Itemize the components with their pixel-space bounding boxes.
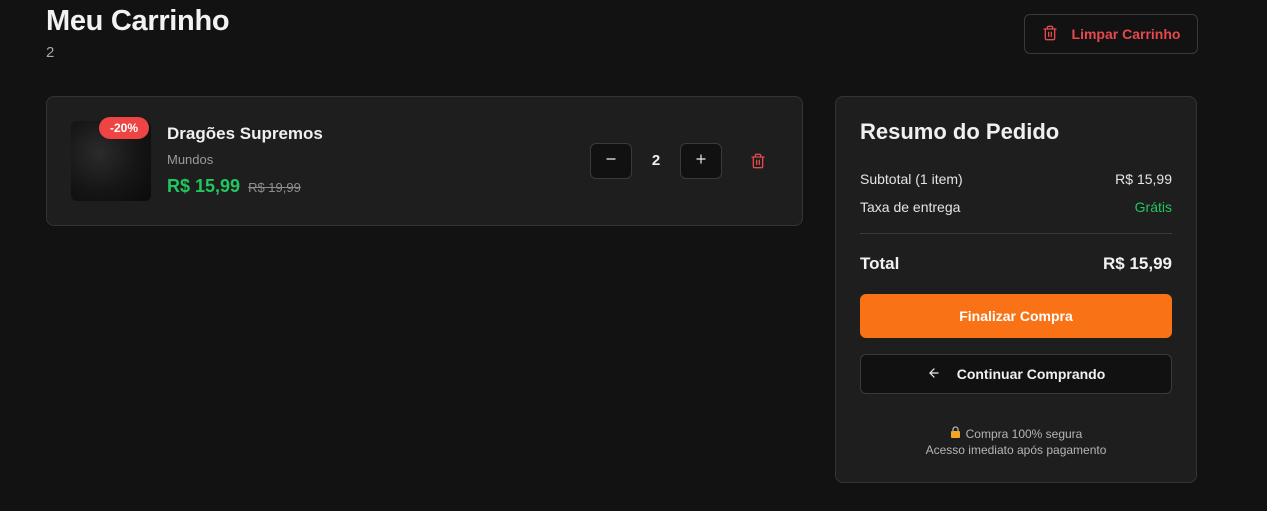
secure-purchase-note: Compra 100% segura (836, 426, 1196, 441)
total-row: Total R$ 15,99 (860, 254, 1172, 274)
continue-shopping-button[interactable]: Continuar Comprando (860, 354, 1172, 394)
total-value: R$ 15,99 (1103, 254, 1172, 273)
price-row: R$ 15,99 R$ 19,99 (167, 176, 301, 197)
increase-quantity-button[interactable] (680, 143, 722, 179)
cart-item-card: -20% Dragões Supremos Mundos R$ 15,99 R$… (46, 96, 803, 226)
subtotal-value: R$ 15,99 (1115, 171, 1172, 187)
summary-divider (860, 233, 1172, 234)
clear-cart-label: Limpar Carrinho (1071, 26, 1181, 42)
total-label: Total (860, 254, 900, 273)
delivery-label: Taxa de entrega (860, 199, 961, 215)
instant-access-note: Acesso imediato após pagamento (925, 443, 1107, 457)
checkout-button[interactable]: Finalizar Compra (860, 294, 1172, 338)
arrow-left-icon (927, 366, 941, 383)
trash-icon (750, 153, 766, 174)
clear-cart-button[interactable]: Limpar Carrinho (1024, 14, 1198, 54)
product-name[interactable]: Dragões Supremos (167, 124, 323, 144)
summary-title: Resumo do Pedido (860, 119, 1060, 144)
product-category: Mundos (167, 152, 214, 167)
subtotal-label: Subtotal (1 item) (860, 171, 963, 187)
subtotal-row: Subtotal (1 item) R$ 15,99 (860, 171, 1172, 187)
decrease-quantity-button[interactable] (590, 143, 632, 179)
discount-badge: -20% (99, 117, 150, 139)
quantity-value: 2 (651, 152, 661, 169)
plus-icon (694, 152, 708, 171)
minus-icon (604, 152, 618, 171)
lock-icon (950, 426, 961, 441)
delivery-row: Taxa de entrega Grátis (860, 199, 1172, 215)
page-title: Meu Carrinho (46, 5, 230, 37)
cart-item-count: 2 (46, 44, 55, 61)
continue-shopping-label: Continuar Comprando (956, 366, 1106, 382)
product-old-price: R$ 19,99 (248, 180, 301, 195)
remove-item-button[interactable] (750, 152, 766, 170)
order-summary-card: Resumo do Pedido Subtotal (1 item) R$ 15… (835, 96, 1197, 483)
product-price: R$ 15,99 (167, 176, 241, 196)
trash-icon (1042, 25, 1058, 44)
delivery-value: Grátis (1134, 199, 1172, 215)
secure-purchase-text: Compra 100% segura (965, 426, 1083, 441)
